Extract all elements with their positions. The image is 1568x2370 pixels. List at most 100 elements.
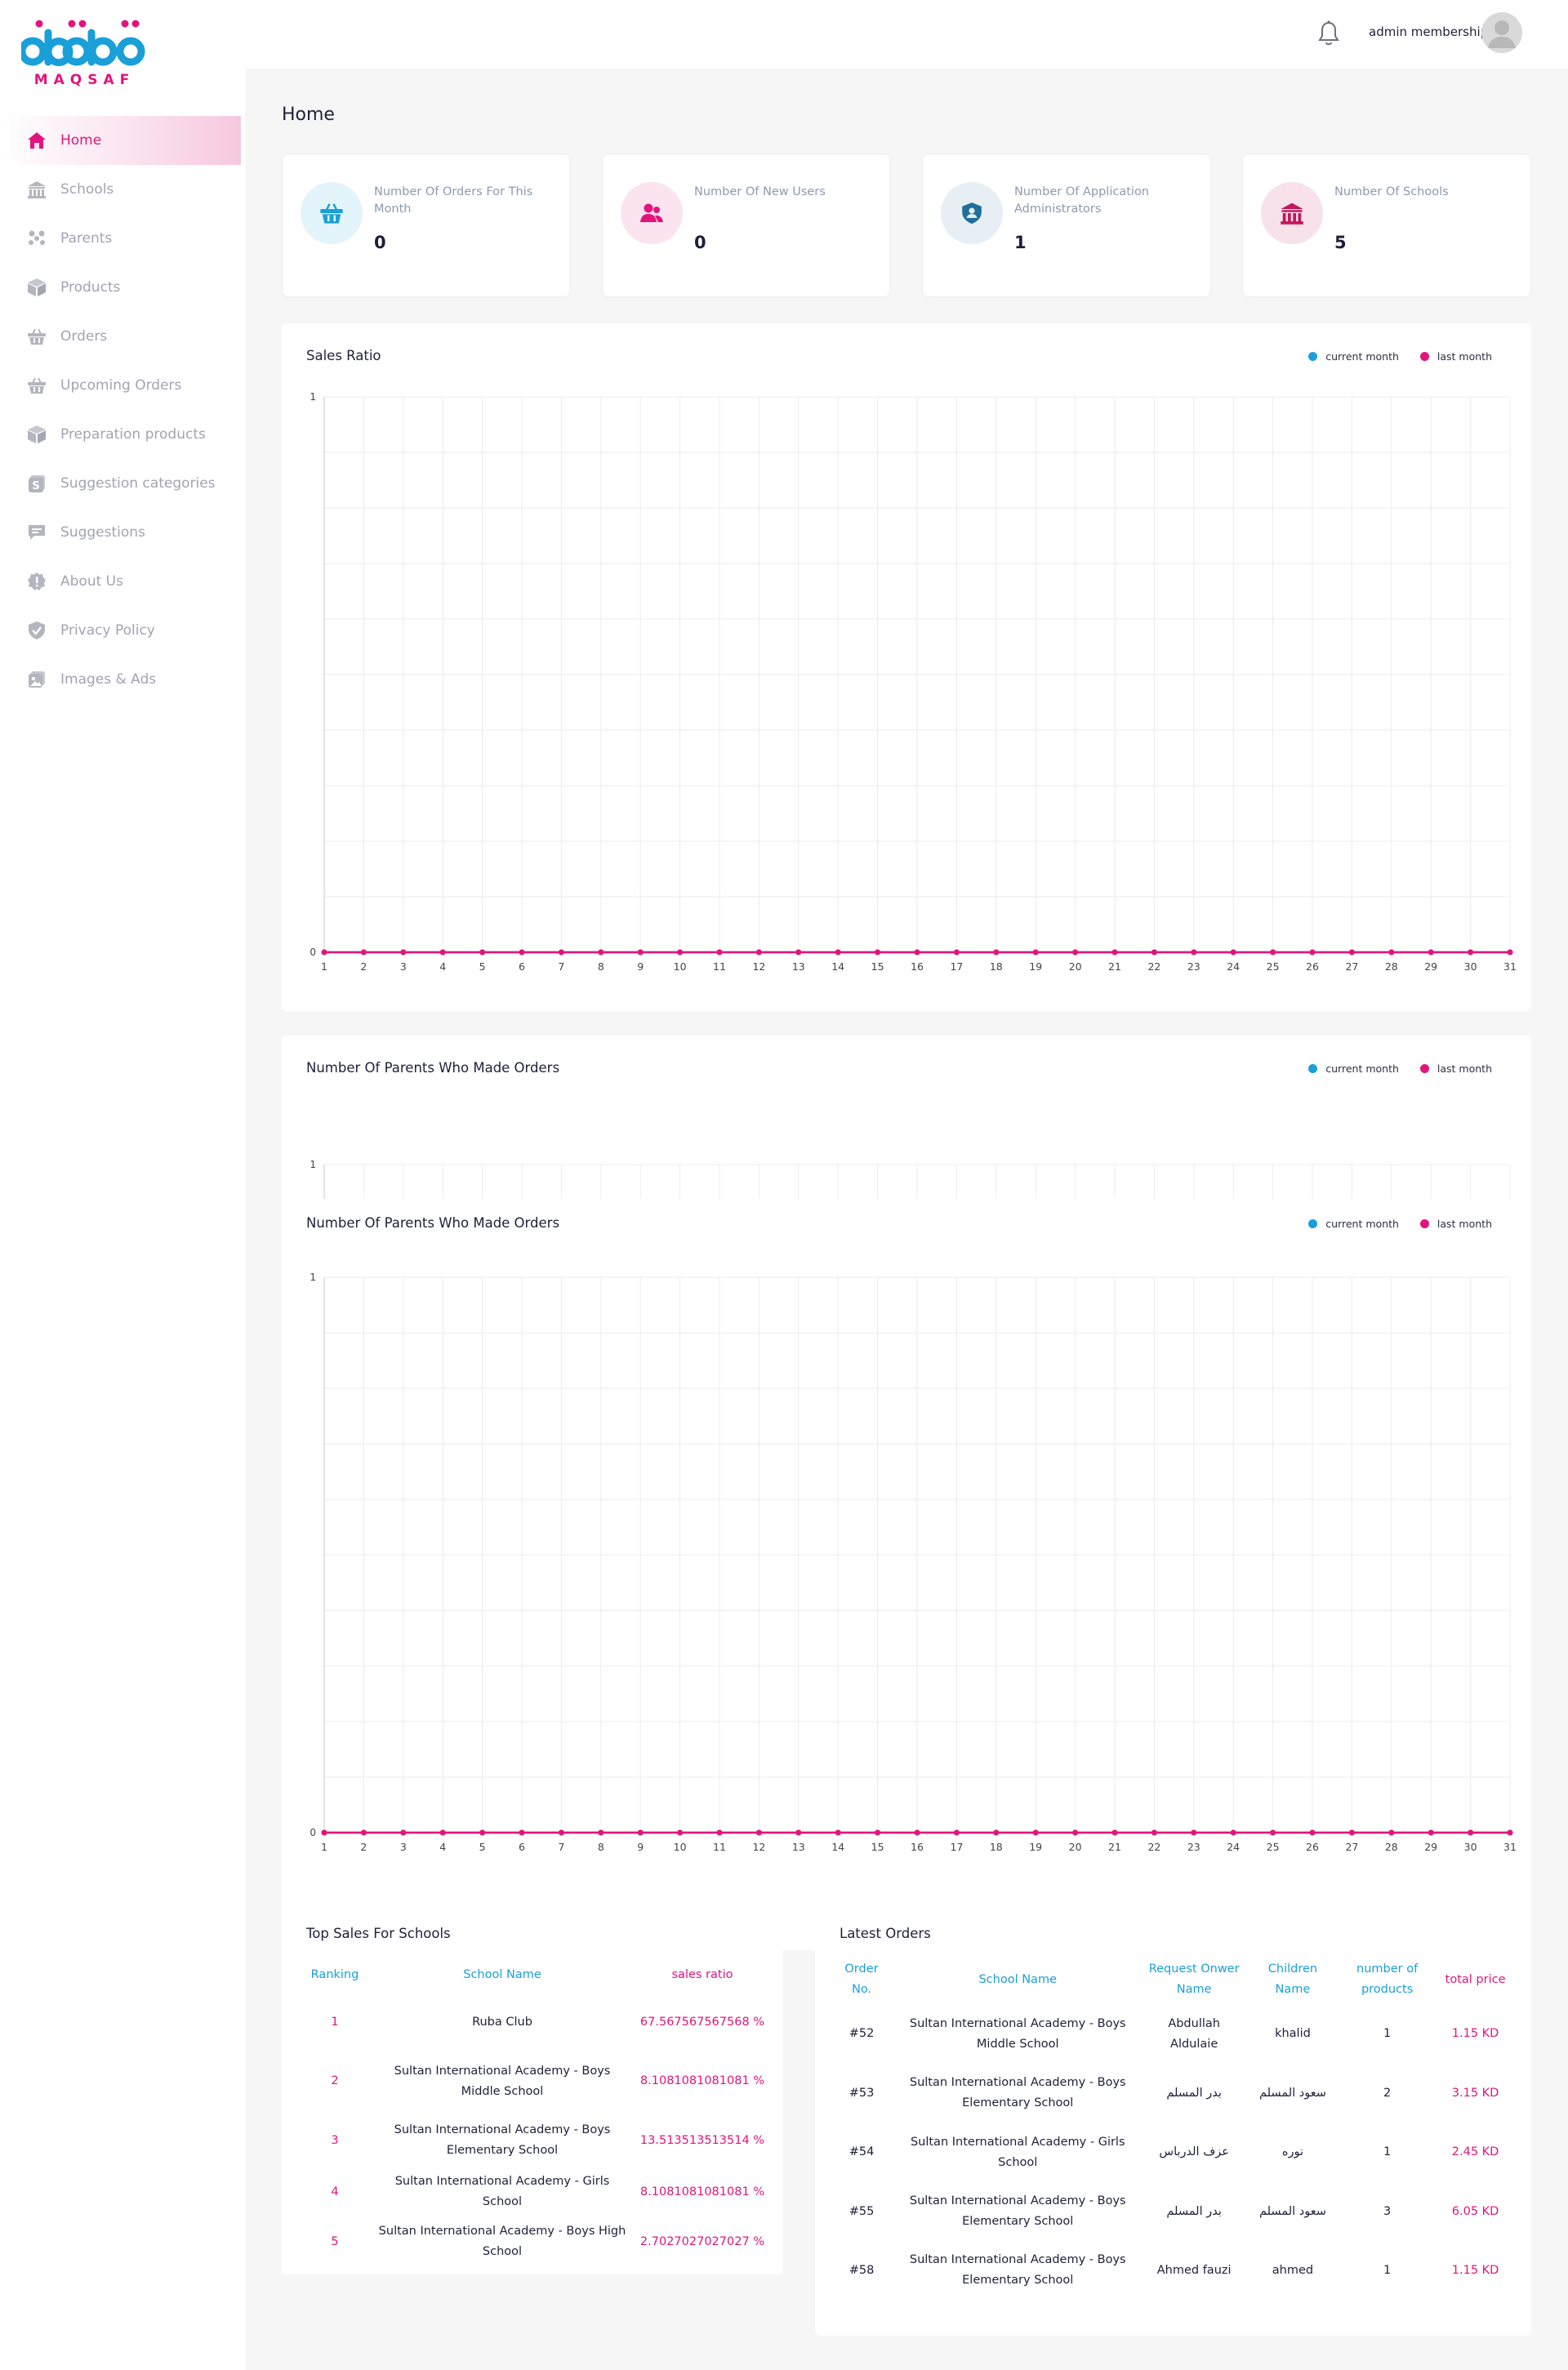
rank-cell: 5 (331, 2234, 339, 2248)
y-tick-label: 1 (310, 391, 316, 403)
sidebar-item-label: Suggestions (60, 524, 145, 541)
table-row[interactable]: #55 Sultan International Academy - Boys … (831, 2182, 1517, 2241)
basket-icon (26, 326, 47, 347)
school-name-cell: Sultan International Academy - Boys Midd… (394, 2064, 611, 2098)
user-name[interactable]: admin membership (1369, 25, 1488, 39)
x-tick-label: 26 (1306, 1841, 1319, 1853)
x-tick-label: 23 (1187, 1841, 1200, 1853)
column-header[interactable]: total price (1433, 1955, 1517, 2004)
data-point (795, 1829, 802, 1836)
table-row[interactable]: 5 Sultan International Academy - Boys Hi… (298, 2212, 772, 2271)
maqsaf-logo[interactable]: MAQSAF (18, 20, 152, 93)
data-point (519, 949, 525, 956)
x-tick-label: 7 (558, 1841, 564, 1853)
sidebar-item-schools[interactable]: Schools (0, 165, 245, 214)
sidebar-item-parents[interactable]: Parents (0, 214, 245, 263)
avatar[interactable] (1481, 12, 1522, 53)
sidebar-item-products[interactable]: Products (0, 263, 245, 312)
data-point (993, 1829, 1000, 1836)
sidebar-nav: Home Schools Parents Products Orders Upc… (0, 116, 245, 704)
column-header[interactable]: sales ratio (633, 1958, 772, 1991)
data-point (835, 949, 841, 956)
x-tick-label: 14 (831, 960, 844, 973)
latest-orders-table: Order No. School Name Request Onwer Name… (831, 1955, 1517, 2300)
products-count-cell: 3 (1383, 2204, 1392, 2218)
x-tick-label: 5 (479, 960, 486, 973)
sidebar-item-upcoming-orders[interactable]: Upcoming Orders (0, 361, 245, 410)
school-name-cell: Sultan International Academy - Boys Elem… (909, 2194, 1126, 2228)
table-row[interactable]: 4 Sultan International Academy - Girls S… (298, 2172, 772, 2212)
column-header[interactable]: Order No. (831, 1955, 892, 2004)
box-icon (26, 277, 47, 298)
data-point (1428, 1829, 1434, 1836)
table-row[interactable]: 1 Ruba Club 67.567567567568 % (298, 1991, 772, 2053)
sidebar-item-about-us[interactable]: About Us (0, 557, 245, 606)
x-tick-label: 25 (1267, 960, 1280, 973)
data-point (1230, 1829, 1236, 1836)
table-row[interactable]: 3 Sultan International Academy - Boys El… (298, 2109, 772, 2172)
x-tick-label: 22 (1147, 1841, 1160, 1853)
table-row[interactable]: #52 Sultan International Academy - Boys … (831, 2004, 1517, 2064)
sidebar-item-suggestion-categories[interactable]: S Suggestion categories (0, 459, 245, 508)
order-number-cell[interactable]: #53 (831, 2064, 892, 2123)
data-point (993, 949, 1000, 956)
x-tick-label: 2 (360, 960, 367, 973)
column-header[interactable]: Children Name (1245, 1955, 1341, 2004)
school-name-cell: Sultan International Academy - Boys Elem… (394, 2123, 611, 2157)
main-content: Home Number Of Orders For This Month 0 N… (245, 69, 1568, 2370)
shield-check-icon (26, 620, 47, 641)
sidebar: MAQSAF Home Schools Parents Products Ord… (0, 0, 245, 2370)
data-point (400, 1829, 407, 1836)
data-point (1388, 949, 1395, 956)
products-count-cell: 1 (1383, 2145, 1392, 2158)
x-tick-label: 24 (1227, 960, 1240, 973)
order-number-cell[interactable]: #55 (831, 2182, 892, 2241)
sales-ratio-cell: 8.1081081081081 % (639, 2185, 765, 2198)
x-tick-label: 19 (1029, 960, 1042, 973)
x-tick-label: 3 (400, 1841, 407, 1853)
sidebar-item-home[interactable]: Home (0, 116, 241, 165)
sidebar-item-label: About Us (60, 573, 123, 590)
x-tick-label: 9 (637, 1841, 644, 1853)
table-row[interactable]: #58 Sultan International Academy - Boys … (831, 2241, 1517, 2300)
column-header[interactable]: School Name (372, 1958, 633, 1991)
latest-orders-panel: Latest Orders Order No. School Name Requ… (815, 1903, 1531, 2336)
data-point (1388, 1829, 1395, 1836)
x-tick-label: 15 (871, 1841, 884, 1853)
x-tick-label: 29 (1424, 960, 1437, 973)
sidebar-item-orders[interactable]: Orders (0, 312, 245, 361)
x-tick-label: 10 (674, 960, 687, 973)
x-tick-label: 17 (950, 1841, 963, 1853)
table-row[interactable]: #54 Sultan International Academy - Girls… (831, 2123, 1517, 2182)
column-header[interactable]: number of products (1341, 1955, 1433, 2004)
order-number-cell[interactable]: #58 (831, 2241, 892, 2300)
data-point (321, 1829, 327, 1836)
sidebar-item-preparation-products[interactable]: Preparation products (0, 410, 245, 459)
data-point (558, 949, 564, 956)
rank-cell: 2 (331, 2074, 339, 2087)
data-point (677, 949, 684, 956)
order-number-cell[interactable]: #54 (831, 2123, 892, 2182)
y-tick-label: 0 (310, 1827, 316, 1838)
sidebar-item-privacy-policy[interactable]: Privacy Policy (0, 606, 245, 655)
x-tick-label: 6 (519, 1841, 525, 1853)
x-tick-label: 1 (321, 1841, 327, 1853)
logo-mark (18, 20, 145, 66)
bell-icon[interactable] (1316, 20, 1341, 47)
data-point (598, 1829, 604, 1836)
order-number-cell[interactable]: #52 (831, 2004, 892, 2064)
stat-value: 0 (374, 233, 386, 252)
column-header[interactable]: Ranking (298, 1958, 372, 1991)
x-tick-label: 8 (598, 960, 604, 973)
table-row[interactable]: 2 Sultan International Academy - Boys Mi… (298, 2053, 772, 2109)
column-header[interactable]: Request Onwer Name (1143, 1955, 1244, 2004)
owner-name-cell: Ahmed fauzi (1156, 2263, 1232, 2277)
sidebar-item-suggestions[interactable]: Suggestions (0, 508, 245, 557)
sidebar-item-images-ads[interactable]: Images & Ads (0, 655, 245, 704)
table-row[interactable]: #53 Sultan International Academy - Boys … (831, 2064, 1517, 2123)
table-header-row: Ranking School Name sales ratio (298, 1958, 772, 1991)
column-header[interactable]: School Name (892, 1955, 1143, 2004)
parents-orders-panel: Number Of Parents Who Made Orders curren… (282, 1036, 1531, 1950)
sales-ratio-cell: 13.513513513514 % (639, 2133, 765, 2147)
stat-card-administrators: Number Of Application Administrators 1 (922, 154, 1211, 297)
